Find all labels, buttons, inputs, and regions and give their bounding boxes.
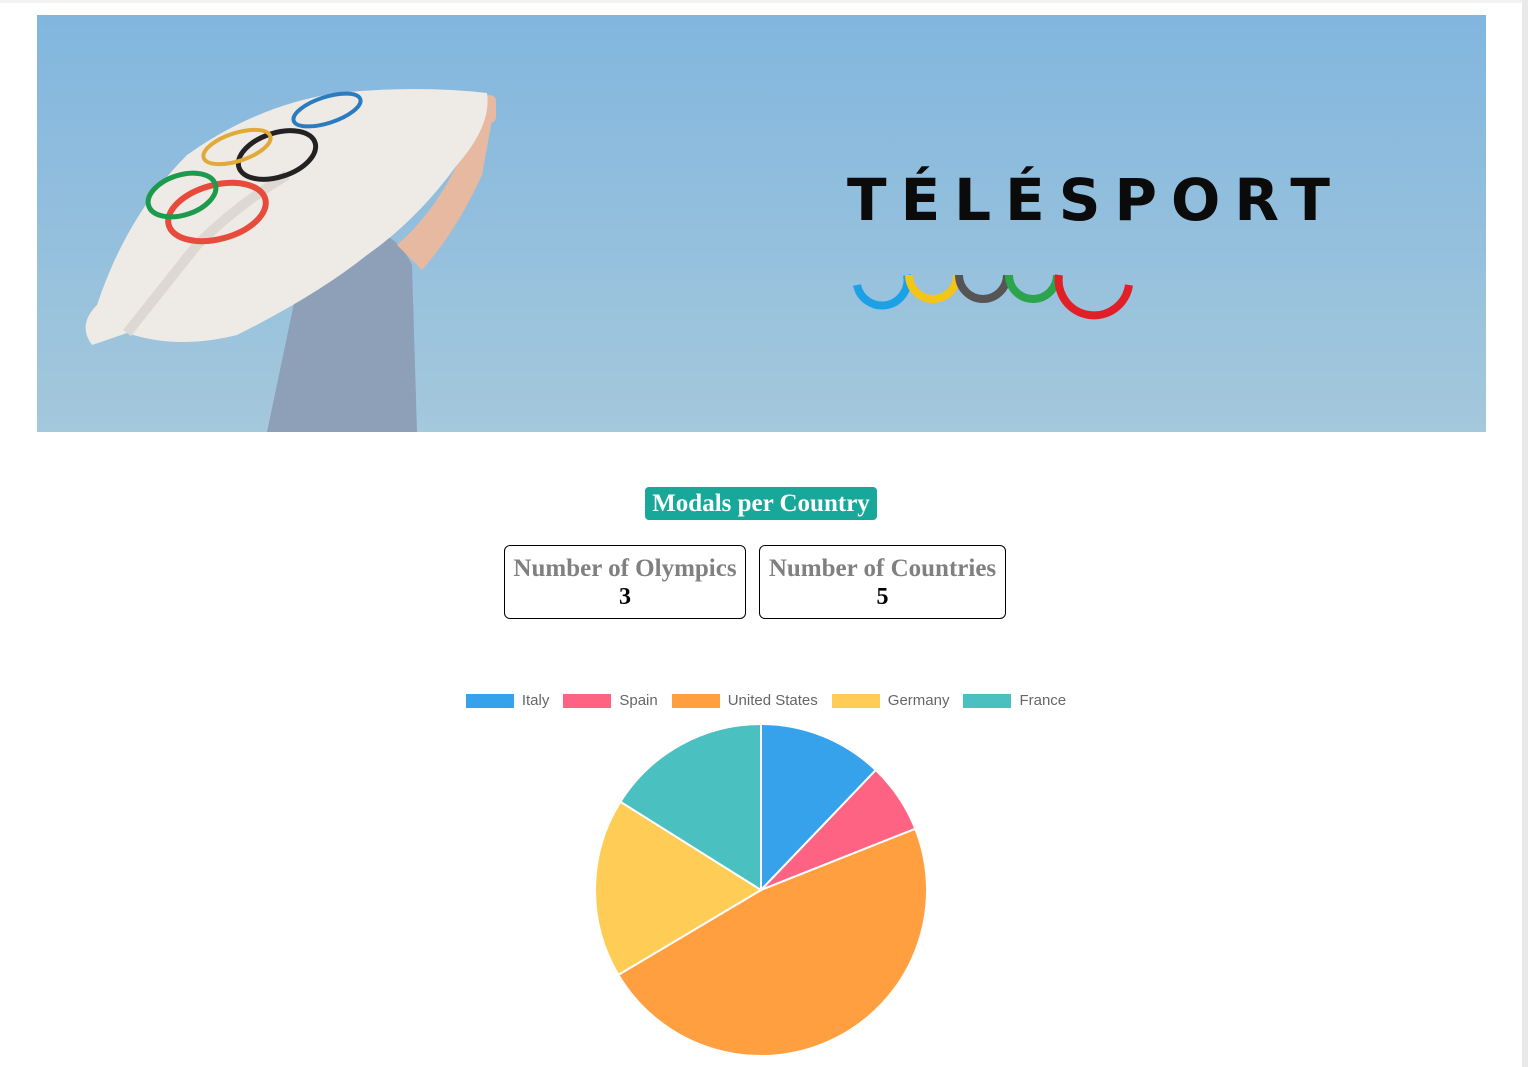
- page: TÉLÉSPORT Modals per Country Number of O…: [0, 0, 1528, 1067]
- page-title: Modals per Country: [645, 487, 877, 520]
- brand-logo: TÉLÉSPORT: [847, 165, 1344, 320]
- legend-swatch: [963, 693, 1012, 708]
- legend-swatch: [831, 693, 880, 708]
- legend-swatch: [465, 693, 514, 708]
- scrollbar[interactable]: [1522, 0, 1528, 1067]
- legend-swatch: [563, 693, 612, 708]
- title-wrapper: Modals per Country: [0, 487, 1522, 520]
- header-banner: TÉLÉSPORT: [37, 15, 1486, 432]
- top-divider: [0, 0, 1522, 3]
- stat-value-olympics: 3: [619, 584, 631, 610]
- olympic-rings-icon: [853, 274, 1133, 320]
- brand-name: TÉLÉSPORT: [847, 166, 1344, 234]
- legend-label: Spain: [619, 692, 658, 709]
- legend-label: Italy: [521, 692, 550, 709]
- stat-value-countries: 5: [876, 584, 889, 610]
- legend-item-spain[interactable]: Spain: [563, 692, 658, 709]
- legend-label: France: [1019, 692, 1067, 709]
- stat-card-olympics: Number of Olympics 3: [504, 545, 746, 619]
- chart-legend: Italy Spain United States Germany France: [0, 692, 1522, 709]
- stat-card-countries: Number of Countries 5: [759, 545, 1006, 619]
- stat-label-olympics: Number of Olympics: [513, 555, 737, 582]
- stat-label-countries: Number of Countries: [768, 555, 997, 582]
- legend-label: United States: [727, 692, 818, 709]
- legend-swatch: [671, 693, 720, 708]
- legend-label: Germany: [887, 692, 950, 709]
- legend-item-italy[interactable]: Italy: [465, 692, 550, 709]
- legend-item-united-states[interactable]: United States: [671, 692, 818, 709]
- legend-item-france[interactable]: France: [963, 692, 1066, 709]
- legend-item-germany[interactable]: Germany: [831, 692, 950, 709]
